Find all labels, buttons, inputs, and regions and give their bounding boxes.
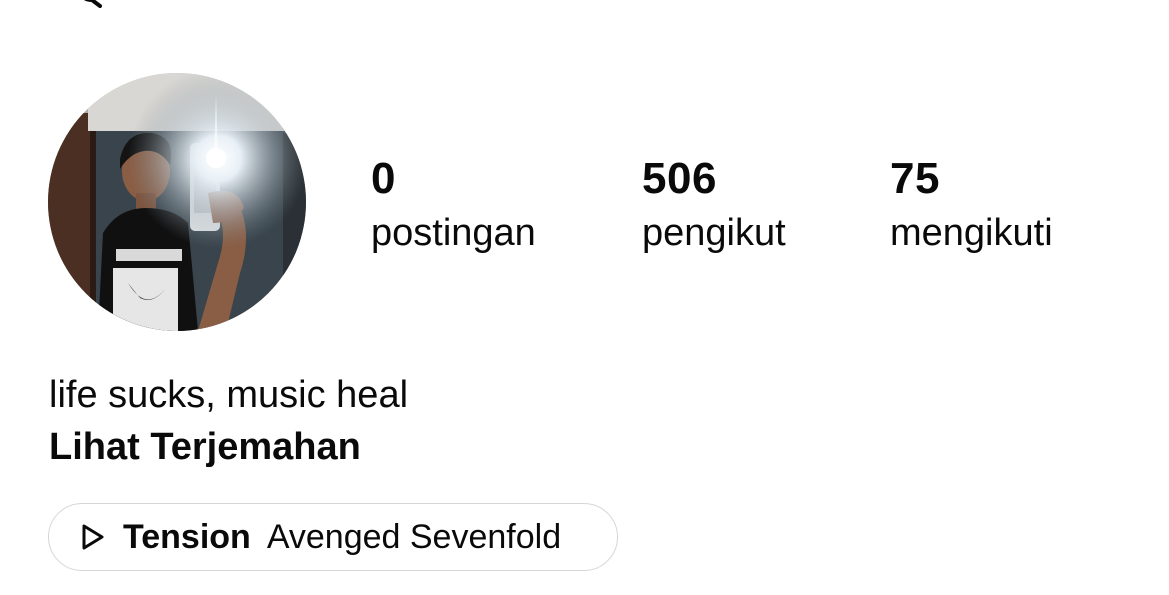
stat-posts-label: postingan [371,212,536,254]
music-song-title: Tension [123,517,251,556]
stat-followers[interactable]: 506 pengikut [642,152,786,260]
stat-following-label: mengikuti [890,212,1053,254]
menu-icon[interactable] [926,0,952,8]
stat-posts[interactable]: 0 postingan [371,152,536,260]
avatar[interactable] [48,73,306,331]
avatar-image [48,73,306,331]
stat-following-value: 75 [890,154,940,203]
stat-followers-label: pengikut [642,212,786,254]
profile-music-button[interactable]: Tension Avenged Sevenfold [48,503,618,571]
stat-posts-value: 0 [371,154,396,203]
stat-followers-value: 506 [642,154,717,203]
bio-text: life sucks, music heal [49,374,409,416]
music-artist-name: Avenged Sevenfold [266,517,562,556]
stat-following[interactable]: 75 mengikuti [890,152,1053,260]
see-translation-link[interactable]: Lihat Terjemahan [49,422,361,472]
search-icon[interactable] [76,0,102,8]
play-icon [77,522,107,552]
